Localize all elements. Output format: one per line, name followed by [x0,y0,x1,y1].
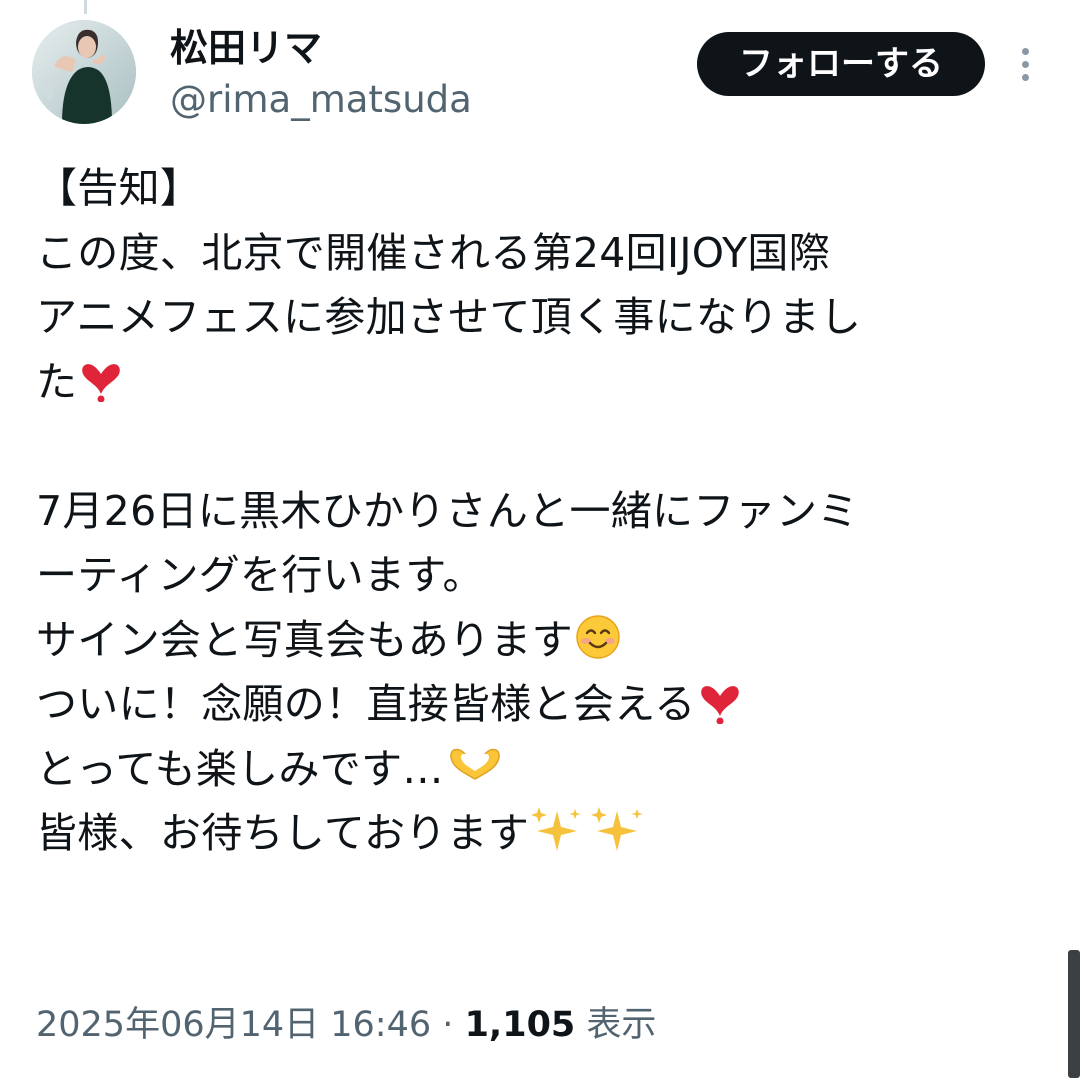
views-count: 1,105 [464,1005,576,1045]
sparkles-emoji [531,803,649,872]
smiling-face-emoji [575,614,621,679]
tweet-line: サイン会と写真会もあります [36,608,1056,673]
tweet-timestamp[interactable]: 2025年06月14日 16:46 [36,1005,431,1045]
more-options-icon[interactable] [1016,44,1036,84]
tweet-line: た [36,350,1056,415]
views-label: 表示 [586,1005,657,1045]
tweet-line: 皆様、お待ちしております [36,801,1056,866]
tweet-line: 7月26日に黒木ひかりさんと一緒にファンミ [36,486,859,535]
tweet-line: アニメフェスに参加させて頂く事になりまし [36,293,862,341]
author-handle[interactable]: @rima_matsuda [170,76,472,124]
tweet-line: 【告知】 [36,164,202,212]
heart-hands-emoji [446,743,504,808]
thread-connector-line [84,0,87,14]
avatar[interactable] [32,20,136,124]
tweet-line: この度、北京で開催される第24回IJOY国際 [36,228,831,277]
follow-button[interactable]: フォローする [697,32,985,96]
red-heart-emoji [698,676,742,743]
red-heart-emoji [79,354,123,421]
tweet-text: 【告知】 この度、北京で開催される第24回IJOY国際 アニメフェスに参加させて… [36,156,1056,866]
author-display-name[interactable]: 松田リマ [170,22,322,74]
tweet-line: とっても楽しみです… [36,737,1056,802]
tweet-meta: 2025年06月14日 16:46 · 1,105 表示 [36,1000,656,1050]
scrollbar[interactable] [1068,950,1080,1078]
meta-separator: · [442,1005,454,1045]
tweet-line: ついに！念願の！直接皆様と会える [36,672,1056,737]
tweet-line: ーティングを行います。 [36,551,484,599]
